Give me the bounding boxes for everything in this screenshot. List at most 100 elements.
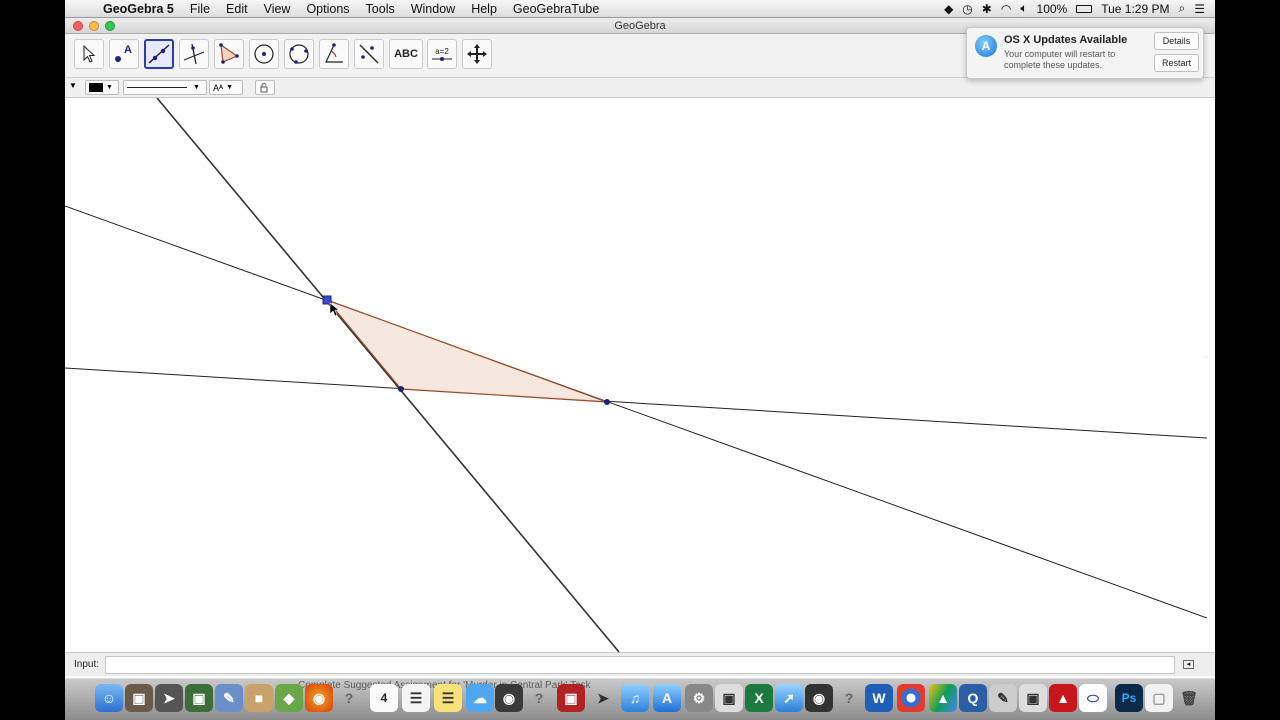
stickies-icon[interactable]: ☰ — [434, 684, 462, 712]
color-swatch — [89, 83, 103, 92]
move-tool-icon[interactable] — [74, 39, 104, 69]
unknown-app-icon-3[interactable]: ? — [835, 684, 863, 712]
reflect-tool-icon[interactable] — [354, 39, 384, 69]
terminal-icon[interactable]: ➤ — [589, 684, 617, 712]
volume-icon[interactable]: 🔈︎ — [1020, 1, 1027, 16]
dashboard-icon[interactable]: ▣ — [185, 684, 213, 712]
spotlight-icon[interactable]: ⌕ — [1179, 1, 1186, 16]
graphics-background — [65, 98, 1207, 652]
text-tool-icon[interactable]: ABC — [389, 39, 423, 69]
app-menu[interactable]: GeoGebra 5 — [95, 2, 182, 16]
wifi-icon[interactable]: ◠ — [1001, 2, 1011, 16]
status-area: ◆ ◷ ✱ ◠ 🔈︎ 100% Tue 1:29 PM ⌕ ☰ — [944, 1, 1215, 16]
safari-icon[interactable]: ➚ — [775, 684, 803, 712]
contacts-icon[interactable]: ■ — [245, 684, 273, 712]
menu-help[interactable]: Help — [463, 2, 505, 16]
input-help-icon[interactable]: ◂ — [1183, 660, 1195, 669]
input-field[interactable] — [105, 655, 1176, 674]
minimize-button[interactable] — [89, 21, 99, 31]
restart-button[interactable]: Restart — [1154, 54, 1199, 72]
finder-icon[interactable]: ☺ — [95, 684, 123, 712]
chevron-down-icon: ▼ — [106, 84, 113, 91]
google-drive-icon[interactable]: ▲ — [929, 684, 957, 712]
preview-icon[interactable]: ✎ — [215, 684, 243, 712]
color-picker-button[interactable]: ▼ — [85, 80, 119, 95]
point-c[interactable] — [604, 399, 610, 405]
text-size-button[interactable]: Aᴬ ▼ — [209, 80, 243, 95]
dropbox-icon[interactable]: ◆ — [944, 2, 953, 16]
line-tool-icon[interactable] — [144, 39, 174, 69]
time-machine-icon[interactable]: ◷ — [962, 2, 972, 16]
app-store-icon: A — [975, 35, 997, 57]
evernote-icon[interactable]: ◆ — [275, 684, 303, 712]
clock[interactable]: Tue 1:29 PM — [1101, 2, 1169, 16]
lock-icon[interactable] — [255, 80, 275, 95]
chrome-icon[interactable] — [897, 684, 925, 712]
window-title: GeoGebra — [614, 20, 666, 32]
itunes-icon[interactable]: ♫ — [621, 684, 649, 712]
graphics-view[interactable] — [65, 98, 1207, 652]
stylebar-toggle-icon[interactable]: ▼ — [69, 81, 77, 90]
battery-percent[interactable]: 100% — [1037, 2, 1068, 16]
quicktime-icon[interactable]: Q — [959, 684, 987, 712]
battery-icon[interactable] — [1076, 4, 1093, 13]
input-bar: Input: ◂ — [65, 652, 1215, 676]
chevron-down-icon: ▼ — [193, 84, 200, 91]
line-style-preview — [127, 87, 187, 88]
photo-icon[interactable]: ▣ — [125, 684, 153, 712]
menu-geogebratube[interactable]: GeoGebraTube — [505, 2, 607, 16]
system-preferences-icon[interactable]: ⚙ — [685, 684, 713, 712]
dock: Complete Suggested Assignment for 'Murde… — [65, 678, 1215, 720]
unknown-app-icon[interactable]: ? — [335, 684, 363, 712]
zoom-button[interactable] — [105, 21, 115, 31]
disk-utility-icon[interactable]: ◉ — [805, 684, 833, 712]
slider-tool-icon[interactable]: a=2 — [427, 39, 457, 69]
details-button[interactable]: Details — [1154, 32, 1199, 50]
document-icon[interactable]: ▢ — [1145, 684, 1173, 712]
facetime-icon[interactable]: ◉ — [495, 684, 523, 712]
circle-tool-icon[interactable] — [249, 39, 279, 69]
unknown-app-icon-2[interactable]: ? — [525, 684, 553, 712]
photobooth-icon[interactable]: ▣ — [557, 684, 585, 712]
screenshot-icon[interactable]: ▣ — [715, 684, 743, 712]
excel-icon[interactable]: X — [745, 684, 773, 712]
svg-text:A: A — [124, 44, 132, 56]
menu-file[interactable]: File — [182, 2, 218, 16]
script-editor-icon[interactable]: ✎ — [989, 684, 1017, 712]
bluetooth-icon[interactable]: ✱ — [982, 2, 992, 16]
messages-icon[interactable]: ☁ — [466, 684, 494, 712]
geogebra-icon[interactable]: ⬭ — [1079, 684, 1107, 712]
menu-bar: GeoGebra 5 File Edit View Options Tools … — [65, 0, 1215, 18]
angle-tool-icon[interactable] — [319, 39, 349, 69]
reminders-icon[interactable]: ☰ — [402, 684, 430, 712]
geogebra-window: GeoGebra A ABC a=2 ▼ ▼ ▼ Aᴬ ▼ Input: ◂ — [65, 18, 1215, 678]
menu-tools[interactable]: Tools — [358, 2, 403, 16]
menu-view[interactable]: View — [256, 2, 299, 16]
line-style-button[interactable]: ▼ — [123, 80, 207, 95]
photoshop-icon[interactable]: Ps — [1115, 684, 1143, 712]
acrobat-icon[interactable]: ▲ — [1049, 684, 1077, 712]
calendar-icon[interactable]: 4 — [370, 684, 398, 712]
close-button[interactable] — [73, 21, 83, 31]
polygon-tool-icon[interactable] — [214, 39, 244, 69]
circle-three-points-tool-icon[interactable] — [284, 39, 314, 69]
slider-tool-label: a=2 — [435, 46, 449, 56]
chevron-down-icon: ▼ — [226, 84, 234, 91]
notification-title: OS X Updates Available — [1004, 34, 1128, 46]
menu-edit[interactable]: Edit — [218, 2, 256, 16]
notification-body: Your computer will restart to complete t… — [1004, 49, 1116, 70]
word-icon[interactable]: W — [865, 684, 893, 712]
firefox-icon[interactable]: ◉ — [305, 684, 333, 712]
point-tool-icon[interactable]: A — [109, 39, 139, 69]
preview-app-icon[interactable]: ▣ — [1019, 684, 1047, 712]
point-b[interactable] — [398, 386, 404, 392]
app-store-dock-icon[interactable]: A — [653, 684, 681, 712]
launchpad-icon[interactable]: ➤ — [155, 684, 183, 712]
menu-window[interactable]: Window — [403, 2, 463, 16]
style-bar: ▼ ▼ ▼ Aᴬ ▼ — [65, 78, 1215, 98]
perpendicular-line-tool-icon[interactable] — [179, 39, 209, 69]
move-graphics-view-tool-icon[interactable] — [462, 39, 492, 69]
notification-center-icon[interactable]: ☰ — [1194, 2, 1205, 16]
trash-icon[interactable]: 🗑︎ — [1175, 684, 1203, 712]
menu-options[interactable]: Options — [298, 2, 357, 16]
